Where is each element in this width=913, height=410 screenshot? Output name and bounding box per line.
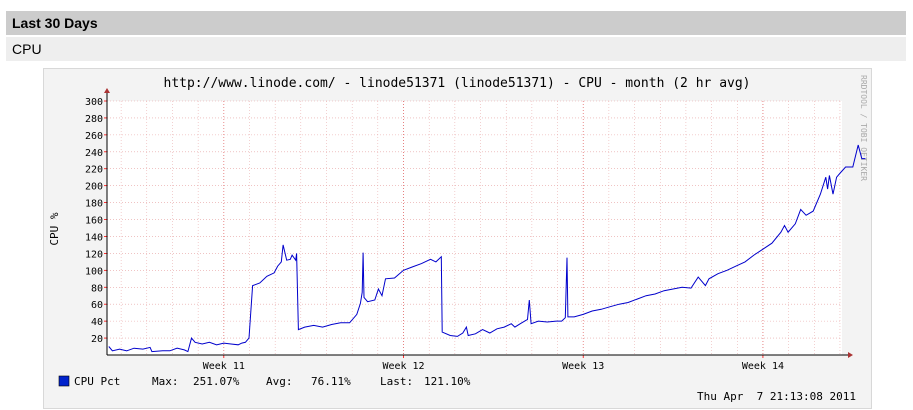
legend: CPU Pct Max: 251.07% Avg: 76.11% Last: 1… bbox=[58, 375, 471, 388]
legend-swatch bbox=[58, 375, 70, 387]
y-tick-label: 120 bbox=[85, 249, 103, 260]
x-tick-label: Week 13 bbox=[562, 361, 604, 372]
y-tick-label: 140 bbox=[85, 232, 103, 243]
x-tick-label: Week 14 bbox=[742, 361, 784, 372]
y-tick-label: 200 bbox=[85, 182, 103, 193]
y-axis-arrow bbox=[104, 88, 110, 93]
graph-frame: http://www.linode.com/ - linode51371 (li… bbox=[43, 68, 872, 409]
y-tick-label: 80 bbox=[91, 283, 103, 294]
chart-title: http://www.linode.com/ - linode51371 (li… bbox=[164, 76, 751, 91]
section-subtitle: CPU bbox=[6, 37, 906, 61]
legend-avg-label: Avg: bbox=[266, 375, 293, 388]
legend-avg-value: 76.11% bbox=[311, 375, 351, 388]
y-tick-label: 60 bbox=[91, 300, 103, 311]
y-tick-label: 280 bbox=[85, 114, 103, 125]
section-title: Last 30 Days bbox=[6, 11, 906, 35]
chart-watermark: RRDTOOL / TOBI OETIKER bbox=[859, 75, 868, 181]
x-axis-arrow bbox=[848, 352, 853, 358]
y-axis-label: CPU % bbox=[48, 212, 61, 245]
y-tick-label: 160 bbox=[85, 216, 103, 227]
legend-last-label: Last: bbox=[380, 375, 413, 388]
y-tick-label: 40 bbox=[91, 317, 103, 328]
legend-last-value: 121.10% bbox=[424, 375, 471, 388]
y-tick-label: 300 bbox=[85, 97, 103, 108]
plot-area bbox=[107, 101, 842, 355]
y-tick-label: 180 bbox=[85, 199, 103, 210]
legend-series-label: CPU Pct bbox=[74, 375, 120, 388]
x-tick-label: Week 12 bbox=[382, 361, 424, 372]
y-tick-label: 240 bbox=[85, 148, 103, 159]
x-tick-label: Week 11 bbox=[203, 361, 245, 372]
y-tick-label: 260 bbox=[85, 131, 103, 142]
cpu-chart: http://www.linode.com/ - linode51371 (li… bbox=[48, 75, 868, 403]
y-tick-label: 100 bbox=[85, 266, 103, 277]
legend-max-label: Max: bbox=[152, 375, 179, 388]
chart-timestamp: Thu Apr 7 21:13:08 2011 bbox=[697, 390, 856, 403]
y-tick-label: 20 bbox=[91, 334, 103, 345]
legend-max-value: 251.07% bbox=[193, 375, 240, 388]
grid-layer bbox=[107, 100, 842, 355]
y-tick-label: 220 bbox=[85, 165, 103, 176]
